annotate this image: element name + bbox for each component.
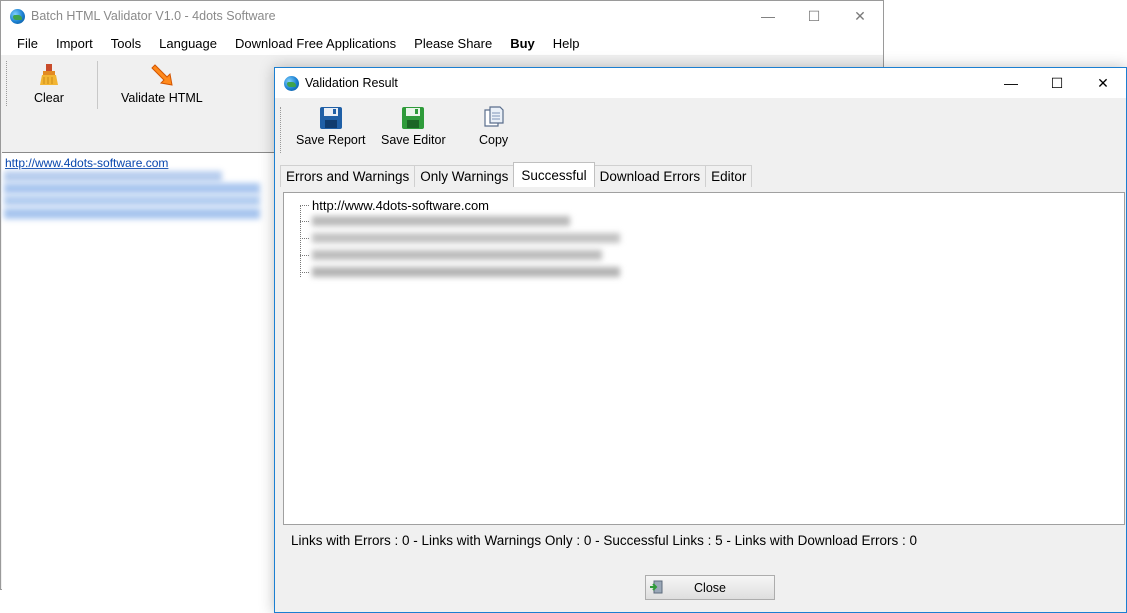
tree-branch	[300, 204, 309, 206]
save-report-label: Save Report	[296, 133, 366, 147]
main-titlebar: Batch HTML Validator V1.0 - 4dots Softwa…	[1, 1, 883, 31]
save-editor-label: Save Editor	[381, 133, 446, 147]
blurred-tree-text	[312, 267, 620, 277]
validate-html-label: Validate HTML	[121, 91, 203, 105]
blurred-url-row	[4, 195, 260, 206]
tab-editor[interactable]: Editor	[705, 165, 753, 187]
dialog-globe-icon	[284, 75, 299, 91]
menu-file[interactable]: File	[8, 36, 47, 51]
tree-item[interactable]	[300, 264, 620, 280]
tree-item[interactable]	[300, 247, 602, 263]
close-window-button[interactable]: ✕	[837, 1, 883, 31]
tree-branch	[300, 237, 309, 239]
tab-errors-and-warnings[interactable]: Errors and Warnings	[280, 165, 416, 187]
dialog-title: Validation Result	[305, 76, 398, 90]
save-editor-button[interactable]: Save Editor	[381, 106, 446, 147]
save-report-button[interactable]: Save Report	[296, 106, 365, 147]
app-globe-icon	[10, 8, 25, 24]
validate-arrow-icon	[151, 64, 173, 86]
validate-html-button[interactable]: Validate HTML	[121, 63, 203, 105]
tree-item[interactable]	[300, 213, 570, 229]
menu-import[interactable]: Import	[47, 36, 102, 51]
menu-download-free-applications[interactable]: Download Free Applications	[226, 36, 405, 51]
close-button[interactable]: Close	[645, 575, 775, 600]
menu-bar: File Import Tools Language Download Free…	[1, 31, 883, 55]
dialog-maximize-button[interactable]: ☐	[1034, 68, 1080, 98]
menu-buy[interactable]: Buy	[501, 36, 544, 51]
brush-icon	[39, 64, 58, 85]
copy-label: Copy	[479, 133, 509, 147]
maximize-button[interactable]: ☐	[791, 1, 837, 31]
blurred-url-row	[4, 208, 260, 219]
tree-item-url: http://www.4dots-software.com	[312, 197, 490, 213]
tree-item[interactable]: http://www.4dots-software.com	[300, 197, 489, 213]
validation-result-dialog: Validation Result — ☐ ✕ Save Report Save…	[274, 67, 1127, 613]
tree-branch	[300, 220, 309, 222]
result-tabs: Errors and Warnings Only Warnings Succes…	[280, 162, 753, 187]
dialog-window-controls: — ☐ ✕	[988, 68, 1126, 98]
dialog-close-window-button[interactable]: ✕	[1080, 68, 1126, 98]
main-window-title: Batch HTML Validator V1.0 - 4dots Softwa…	[31, 9, 276, 23]
dialog-titlebar: Validation Result — ☐ ✕	[275, 68, 1126, 98]
save-disk-blue-icon	[319, 107, 342, 129]
dialog-toolbar-grip	[280, 107, 284, 153]
summary-status-text: Links with Errors : 0 - Links with Warni…	[291, 533, 917, 548]
save-disk-green-icon	[402, 107, 425, 129]
dialog-minimize-button[interactable]: —	[988, 68, 1034, 98]
close-label: Close	[694, 580, 726, 595]
exit-door-icon	[650, 580, 663, 594]
minimize-button[interactable]: —	[745, 1, 791, 31]
successful-links-tree[interactable]: http://www.4dots-software.com	[283, 192, 1125, 525]
menu-help[interactable]: Help	[544, 36, 589, 51]
main-window-controls: — ☐ ✕	[745, 1, 883, 31]
clear-label: Clear	[34, 91, 64, 105]
tree-item[interactable]	[300, 230, 620, 246]
copy-pages-icon	[483, 106, 504, 127]
url-list-item[interactable]: http://www.4dots-software.com	[5, 156, 168, 170]
tab-only-warnings[interactable]: Only Warnings	[414, 165, 515, 187]
menu-language[interactable]: Language	[150, 36, 226, 51]
menu-please-share[interactable]: Please Share	[405, 36, 501, 51]
blurred-url-row	[4, 171, 222, 182]
blurred-tree-text	[312, 233, 620, 243]
toolbar-grip	[6, 61, 10, 106]
dialog-toolbar: Save Report Save Editor Copy	[275, 99, 1126, 159]
tab-successful[interactable]: Successful	[513, 162, 595, 187]
copy-button[interactable]: Copy	[479, 106, 508, 147]
blurred-tree-text	[312, 250, 602, 260]
blurred-tree-text	[312, 216, 570, 226]
menu-tools[interactable]: Tools	[102, 36, 150, 51]
tree-branch	[300, 271, 309, 273]
tree-branch	[300, 254, 309, 256]
clear-button[interactable]: Clear	[34, 63, 64, 105]
blurred-url-row	[4, 183, 260, 194]
toolbar-separator	[97, 61, 98, 109]
tab-download-errors[interactable]: Download Errors	[593, 165, 707, 187]
